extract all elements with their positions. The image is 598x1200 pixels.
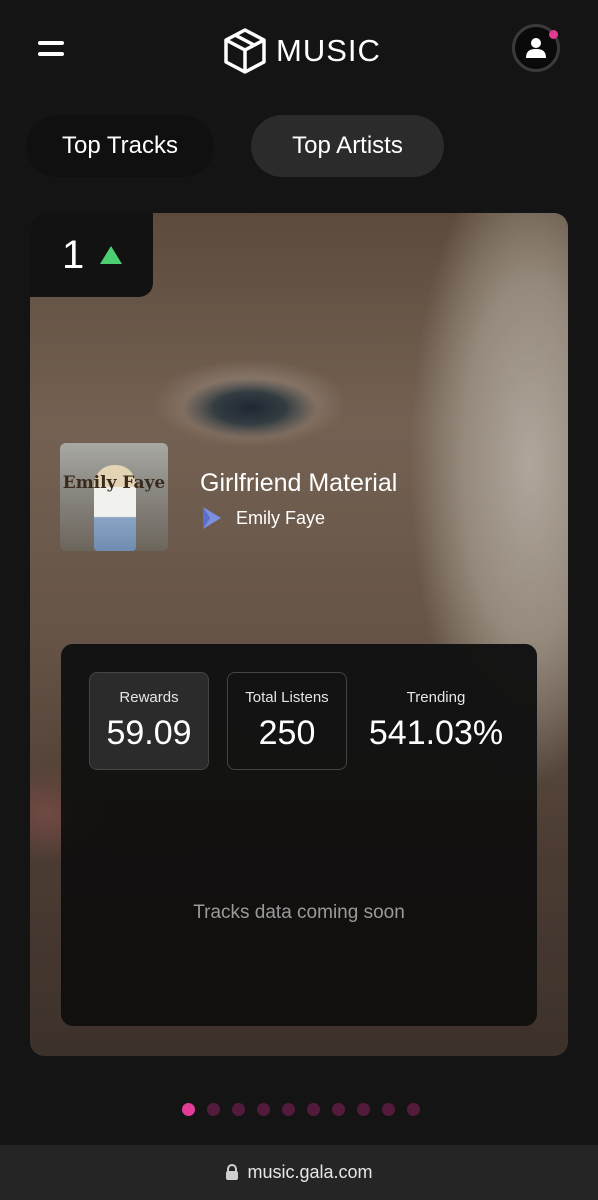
pagination-dot[interactable] xyxy=(357,1103,370,1116)
pagination-dot[interactable] xyxy=(207,1103,220,1116)
rank-badge: 1 xyxy=(30,213,153,297)
tab-top-tracks[interactable]: Top Tracks xyxy=(26,115,214,177)
pagination-dot[interactable] xyxy=(257,1103,270,1116)
gala-cube-logo-icon xyxy=(224,28,266,74)
pagination-dot[interactable] xyxy=(282,1103,295,1116)
menu-line-top xyxy=(38,41,64,45)
url-text: music.gala.com xyxy=(247,1162,373,1182)
trending-stat[interactable]: Trending 541.03% xyxy=(361,672,511,770)
play-badge-icon xyxy=(203,507,221,529)
trend-up-icon xyxy=(100,246,123,264)
rewards-stat[interactable]: Rewards 59.09 xyxy=(89,672,209,770)
browser-address-bar[interactable]: music.gala.com xyxy=(0,1145,598,1200)
rewards-value: 59.09 xyxy=(106,714,192,752)
menu-button[interactable] xyxy=(34,36,70,64)
featured-track-card[interactable]: 1 Emily Faye Girlfriend Material Emily F… xyxy=(30,213,568,1056)
pagination-dot[interactable] xyxy=(382,1103,395,1116)
page: MUSIC Top Tracks Top Artists 1 Emily Fay… xyxy=(0,0,598,1200)
pagination-dot[interactable] xyxy=(232,1103,245,1116)
stats-panel: Rewards 59.09 Total Listens 250 Trending… xyxy=(61,644,537,1026)
cover-artist-text: Emily Faye xyxy=(62,473,166,493)
brand-logo[interactable]: MUSIC xyxy=(222,26,381,76)
user-icon xyxy=(526,38,546,58)
account-button[interactable] xyxy=(512,24,560,72)
trending-value: 541.03% xyxy=(368,714,504,752)
rank-number: 1 xyxy=(62,232,85,277)
total-listens-label: Total Listens xyxy=(245,689,329,706)
pagination-dot[interactable] xyxy=(332,1103,345,1116)
tracks-placeholder-text: Tracks data coming soon xyxy=(193,902,405,923)
pagination-dot[interactable] xyxy=(182,1103,195,1116)
app-header: MUSIC xyxy=(0,0,598,100)
pagination-dot[interactable] xyxy=(307,1103,320,1116)
album-cover[interactable]: Emily Faye xyxy=(60,443,168,551)
tab-top-artists[interactable]: Top Artists xyxy=(251,115,444,177)
pagination-dot[interactable] xyxy=(407,1103,420,1116)
artist-name: Emily Faye xyxy=(236,507,326,528)
rewards-label: Rewards xyxy=(119,689,179,706)
carousel-pagination xyxy=(182,1103,420,1116)
artist-link[interactable]: Emily Faye xyxy=(200,506,325,530)
notification-dot xyxy=(549,30,558,39)
track-title[interactable]: Girlfriend Material xyxy=(200,469,397,498)
lock-icon xyxy=(226,1164,239,1180)
brand-name: MUSIC xyxy=(276,33,381,68)
total-listens-value: 250 xyxy=(258,714,316,752)
total-listens-stat[interactable]: Total Listens 250 xyxy=(227,672,347,770)
menu-line-bottom xyxy=(38,52,64,56)
trending-label: Trending xyxy=(406,689,466,706)
